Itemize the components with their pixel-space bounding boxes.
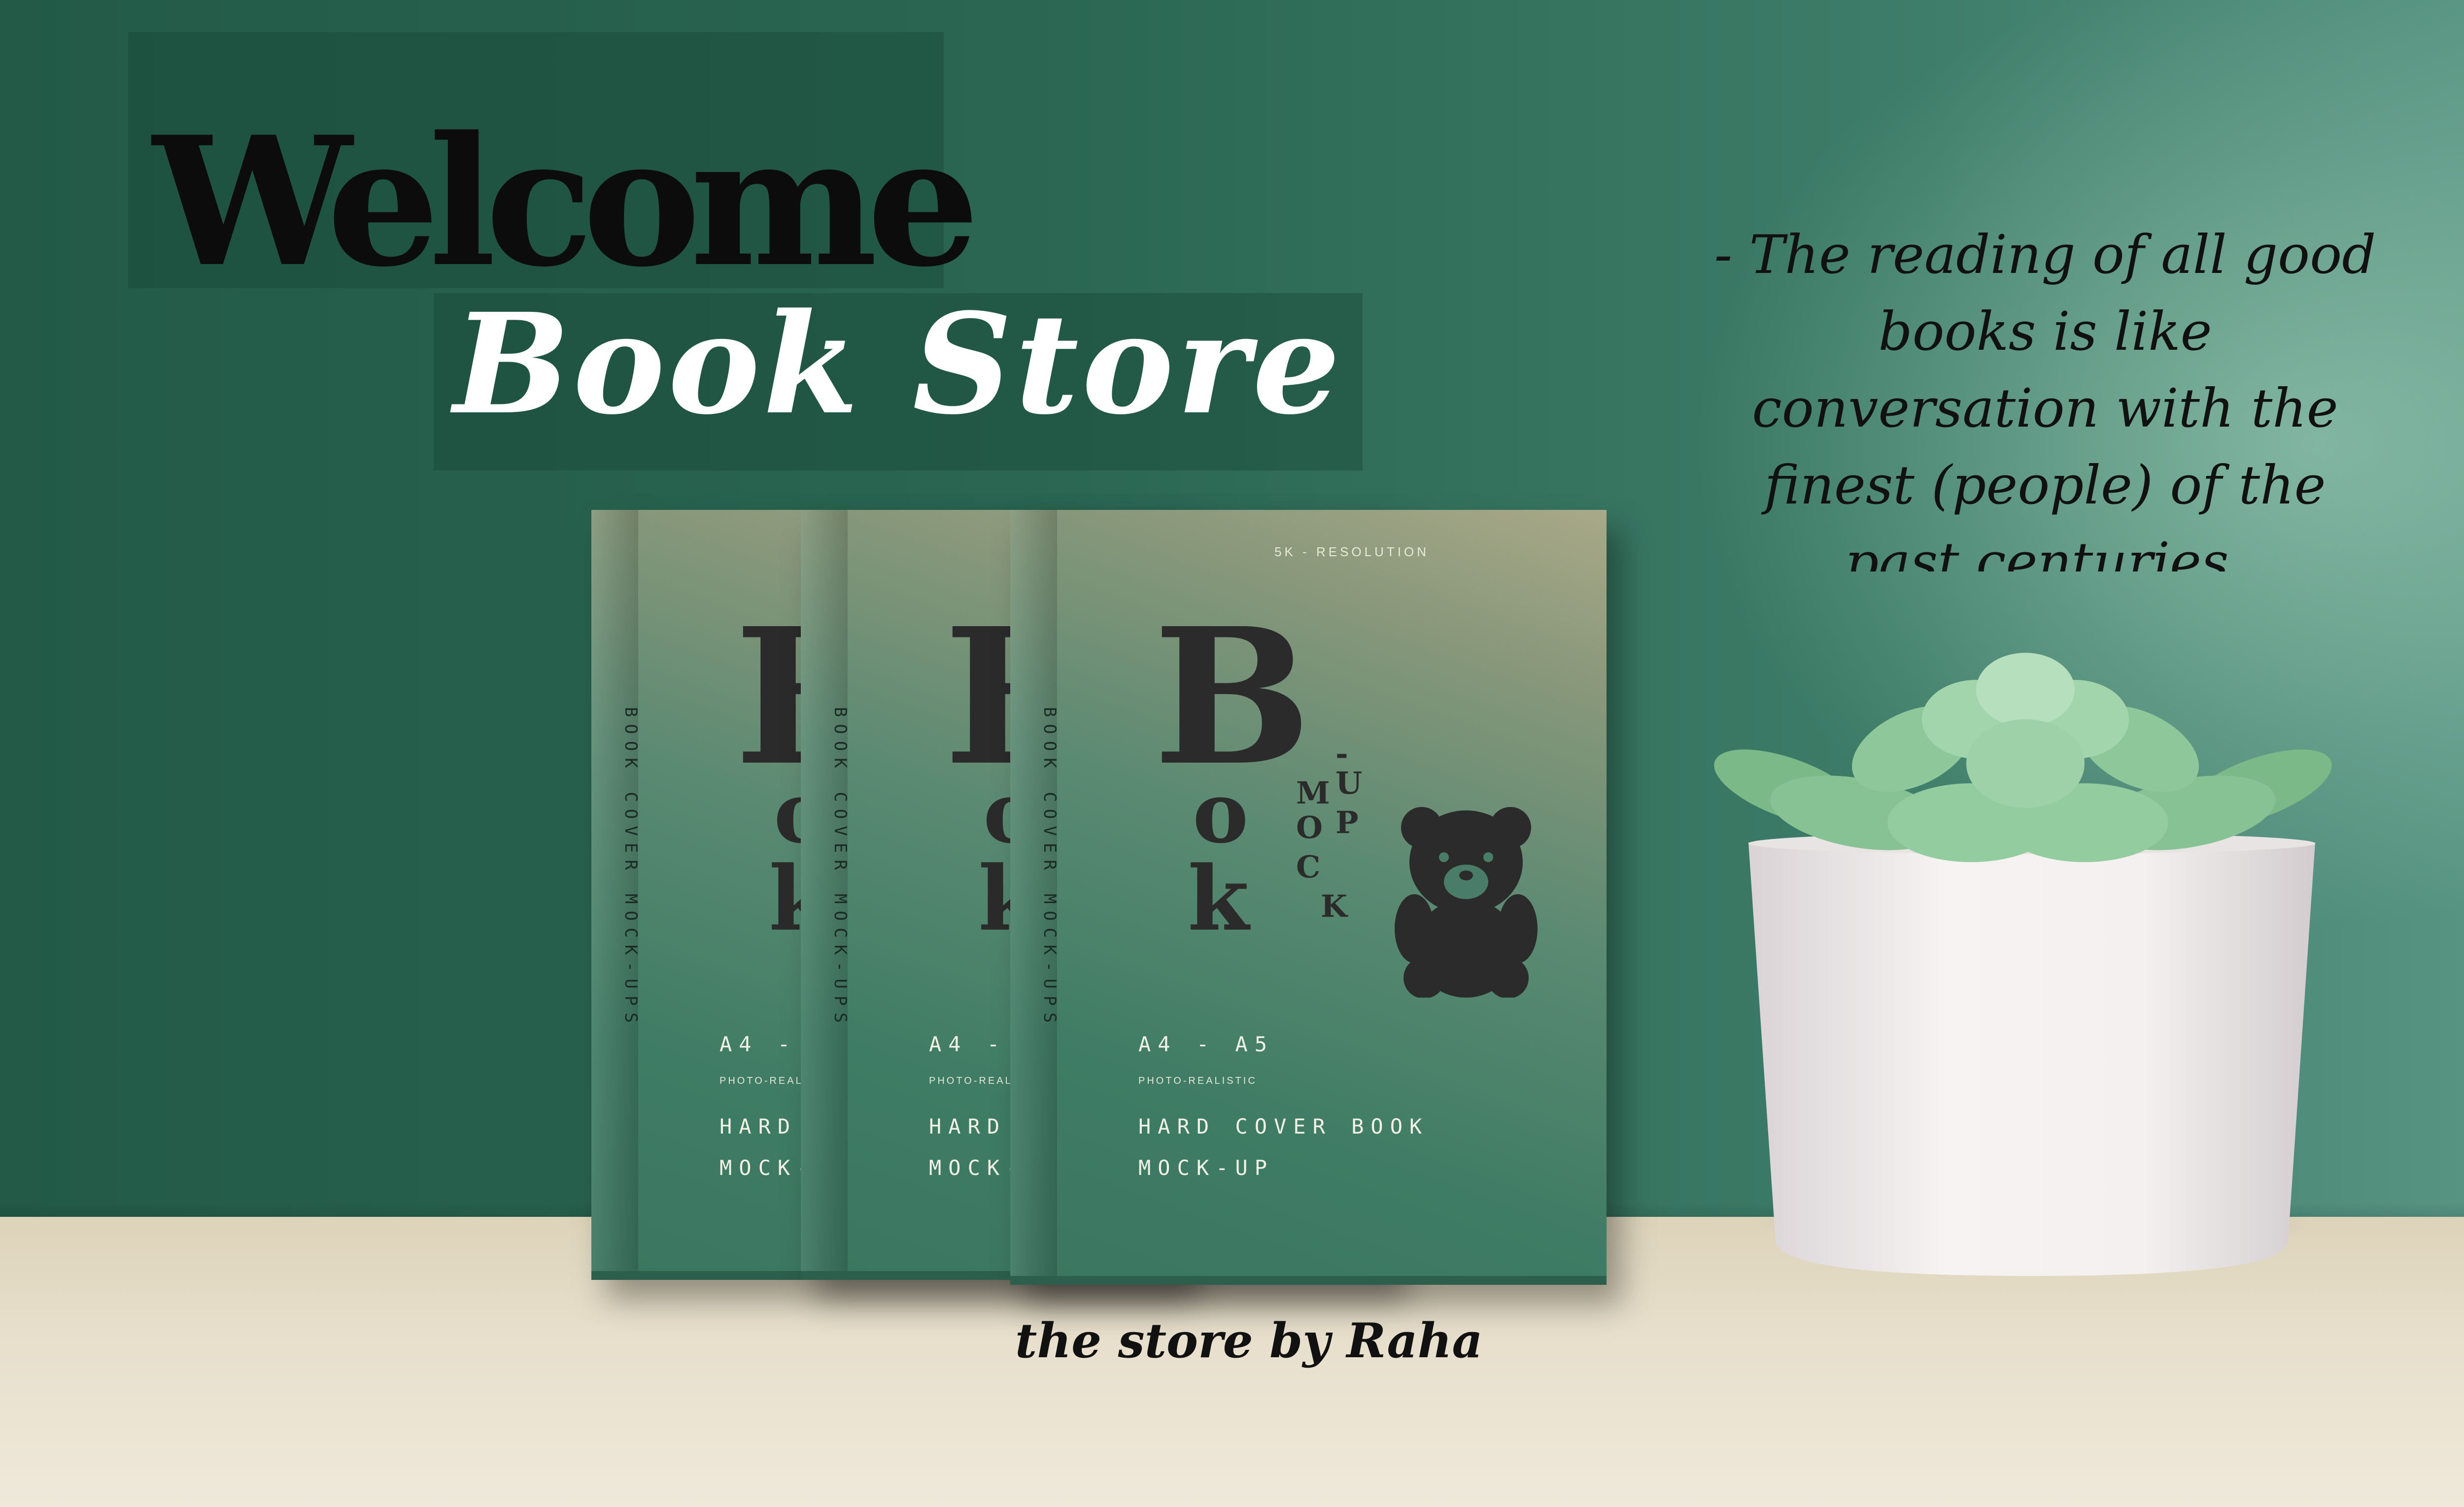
book-store-banner: Welcome Book Store - The reading of all … bbox=[0, 0, 2464, 1507]
store-name-heading: Book Store bbox=[453, 283, 1343, 445]
succulent-plant bbox=[1714, 653, 2332, 862]
mockup-letter: P bbox=[1335, 804, 1359, 840]
mockup-letter: K bbox=[1321, 888, 1347, 924]
book-size-text: A4 - A5 bbox=[1138, 1032, 1274, 1056]
book-photo-text: PHOTO-REALISTIC bbox=[1138, 1075, 1257, 1086]
mockup-letter: M bbox=[1296, 775, 1330, 811]
book-spine-text: BOOK COVER MOCK-UPS bbox=[1040, 707, 1060, 1030]
book-logo-k: k bbox=[1188, 847, 1249, 951]
book-resolution-label: 5K - RESOLUTION bbox=[1274, 544, 1429, 559]
mockup-letter: U bbox=[1335, 765, 1363, 801]
book-title-line1: HARD COVER BOOK bbox=[1138, 1114, 1429, 1139]
teddy-bear-icon bbox=[1395, 807, 1538, 998]
book-logo-o: o bbox=[1193, 764, 1249, 862]
reading-quote: - The reading of all good books is like … bbox=[1714, 224, 2376, 571]
welcome-heading: Welcome bbox=[153, 98, 980, 306]
book-title-text: HARD COVER BOOK MOCK-UP bbox=[1138, 1106, 1429, 1189]
store-signature: the store by Raha bbox=[1015, 1313, 1483, 1369]
mockup-letter: C bbox=[1296, 849, 1321, 885]
book-spine-text: BOOK COVER MOCK-UPS bbox=[830, 707, 850, 1030]
book-mockup-front: BOOK COVER MOCK-UPS 5K - RESOLUTION B o … bbox=[1010, 510, 1607, 1285]
book-title-line2: MOCK-UP bbox=[1138, 1156, 1274, 1180]
book-spine-text: BOOK COVER MOCK-UPS bbox=[621, 707, 641, 1030]
white-pot bbox=[1748, 833, 2315, 1276]
book-logo-b: B bbox=[1153, 587, 1312, 807]
mockup-letter: O bbox=[1296, 809, 1323, 845]
